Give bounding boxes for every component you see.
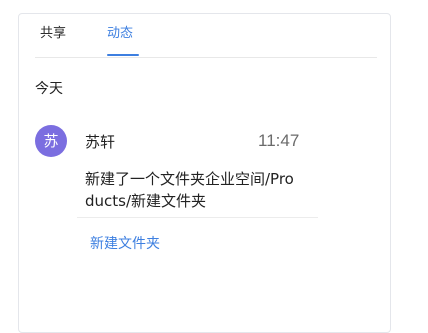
- activity-time: 11:47: [258, 131, 300, 150]
- date-section-title: 今天: [35, 81, 63, 97]
- tab-share[interactable]: 共享: [40, 25, 66, 43]
- active-tab-indicator: [107, 54, 139, 56]
- activity-message: 新建了一个文件夹企业空间/Products/新建文件夹: [85, 170, 294, 210]
- folder-link[interactable]: 新建文件夹: [90, 234, 160, 254]
- avatar: 苏: [35, 125, 67, 157]
- activity-panel: 共享 动态 今天 苏 苏轩 11:47 新建了一个文件夹企业空间/Product…: [18, 13, 391, 333]
- tab-activity[interactable]: 动态: [107, 25, 133, 43]
- tab-bar: 共享 动态: [35, 14, 377, 58]
- user-name: 苏轩: [85, 133, 116, 151]
- divider: [77, 217, 318, 218]
